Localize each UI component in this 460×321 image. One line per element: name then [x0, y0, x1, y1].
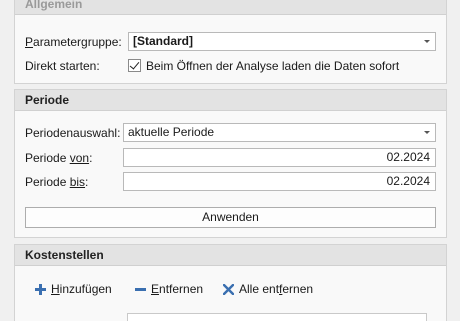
- periode-von-input[interactable]: 02.2024: [123, 148, 436, 167]
- periodenauswahl-value: aktuelle Periode: [128, 125, 215, 139]
- periode-bis-label-u: bis: [69, 175, 86, 189]
- kostenstellen-header: Kostenstellen: [15, 245, 446, 266]
- checkmark-icon: [129, 59, 140, 70]
- periode-bis-label-pre: Periode: [25, 175, 70, 189]
- entfernen-label: Entfernen: [151, 282, 203, 296]
- periodenauswahl-select[interactable]: aktuelle Periode: [123, 123, 436, 142]
- periode-bis-input[interactable]: 02.2024: [123, 172, 436, 191]
- periode-title: Periode: [25, 93, 70, 107]
- direkt-starten-checkbox-label[interactable]: Beim Öffnen der Analyse laden die Daten …: [146, 59, 399, 73]
- hinzufuegen-label: Hinzufügen: [51, 282, 112, 296]
- periode-header: Periode: [15, 90, 446, 111]
- kostenstellen-list-field[interactable]: [127, 313, 427, 321]
- periode-bis-label: Periode bis:: [25, 175, 88, 189]
- periode-von-value: 02.2024: [386, 150, 430, 164]
- hinzufuegen-button[interactable]: Hinzufügen: [35, 281, 112, 297]
- alle-entfernen-label-post: ernen: [282, 282, 314, 296]
- periode-panel: Periode Periodenauswahl: aktuelle Period…: [14, 89, 447, 238]
- periode-von-label-pre: Periode: [25, 151, 70, 165]
- allgemein-title: Allgemein: [25, 0, 83, 11]
- alle-entfernen-button[interactable]: Alle entfernen: [223, 281, 313, 297]
- entfernen-button[interactable]: Entfernen: [135, 281, 203, 297]
- periode-von-row: Periode von: 02.2024: [25, 148, 436, 168]
- parametergruppe-select[interactable]: [Standard]: [128, 32, 436, 51]
- periode-von-label-post: :: [89, 151, 93, 165]
- periode-von-label: Periode von:: [25, 151, 92, 165]
- entfernen-label-u: E: [151, 282, 160, 296]
- minus-icon: [135, 287, 146, 291]
- direkt-starten-checkbox[interactable]: [128, 59, 141, 72]
- periode-bis-row: Periode bis: 02.2024: [25, 172, 436, 192]
- anwenden-button[interactable]: Anwenden: [25, 207, 436, 228]
- hinzufuegen-label-rest: inzufügen: [59, 282, 112, 296]
- parametergruppe-row: Parametergruppe: [Standard]: [25, 32, 436, 52]
- plus-icon: [35, 283, 46, 295]
- periode-bis-label-post: :: [85, 175, 89, 189]
- kostenstellen-panel: Kostenstellen Hinzufügen Entfernen Alle …: [14, 244, 447, 321]
- direkt-starten-row: Direkt starten: Beim Öffnen der Analyse …: [25, 56, 436, 76]
- hinzufuegen-label-u: H: [51, 282, 60, 296]
- periode-bis-value: 02.2024: [386, 174, 430, 188]
- kostenstellen-title: Kostenstellen: [25, 248, 104, 262]
- allgemein-panel: Allgemein Parametergruppe: [Standard] Di…: [14, 0, 447, 84]
- entfernen-label-rest: ntfernen: [159, 282, 204, 296]
- anwenden-label: Anwenden: [202, 210, 259, 224]
- alle-entfernen-label-pre: Alle ent: [239, 282, 280, 296]
- periodenauswahl-label: Periodenauswahl:: [25, 126, 121, 140]
- periode-von-label-u: von: [69, 151, 90, 165]
- close-icon: [223, 283, 234, 295]
- allgemein-header: Allgemein: [15, 0, 446, 15]
- periodenauswahl-row: Periodenauswahl: aktuelle Periode: [25, 123, 436, 143]
- parametergruppe-label-text: arametergruppe:: [33, 35, 122, 49]
- alle-entfernen-label: Alle entfernen: [239, 282, 313, 296]
- direkt-starten-label: Direkt starten:: [25, 59, 100, 73]
- parametergruppe-label: Parametergruppe:: [25, 35, 122, 49]
- parametergruppe-value: [Standard]: [133, 34, 193, 48]
